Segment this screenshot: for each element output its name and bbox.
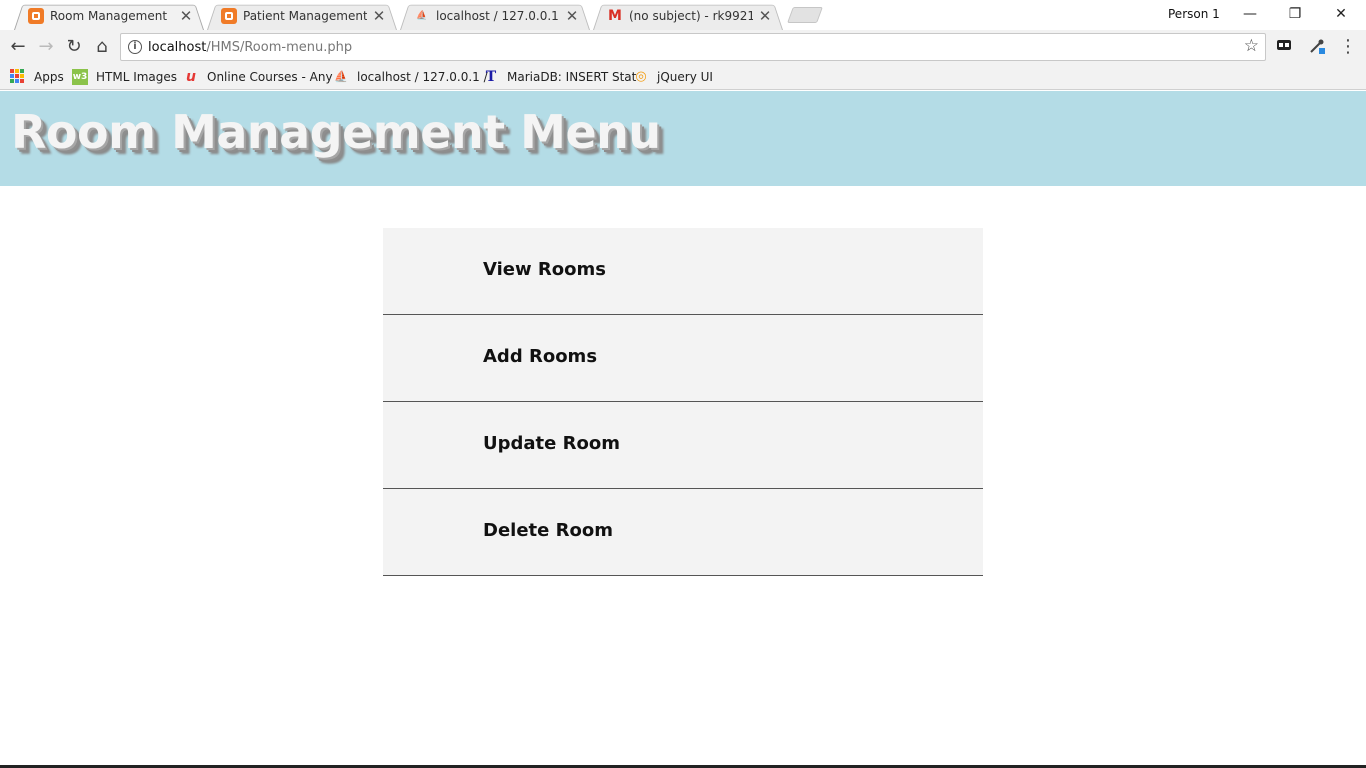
tab-title: Room Management [50,9,168,23]
tab-gmail[interactable]: M (no subject) - rk99219@g ✕ [593,2,783,30]
bookmark-phpmyadmin[interactable]: ⛵ localhost / 127.0.0.1 / [333,68,488,86]
menu-item-update-room[interactable]: Update Room [383,402,983,489]
tab-room-management[interactable]: Room Management ✕ [14,2,204,30]
bookmark-mariadb-insert[interactable]: T MariaDB: INSERT Stat [483,68,637,86]
forward-icon[interactable]: → [35,36,57,58]
xampp-icon [28,8,44,24]
info-icon[interactable]: i [128,40,142,54]
tab-title: (no subject) - rk99219@g [629,9,753,23]
menu-item-add-rooms[interactable]: Add Rooms [383,315,983,402]
bookmark-label: Apps [34,70,64,84]
apps-grid-icon [10,69,26,85]
profile-button[interactable]: Person 1 [1168,7,1220,21]
reload-icon[interactable]: ↻ [63,36,85,58]
home-icon[interactable]: ⌂ [91,36,113,58]
bookmark-jquery-ui[interactable]: ◎ jQuery UI [633,68,713,86]
w3schools-icon: w3 [72,69,88,85]
tab-patient-management[interactable]: Patient Management Info ✕ [207,2,397,30]
tab-phpmyadmin[interactable]: ⛵ localhost / 127.0.0.1 / adm ✕ [400,2,590,30]
url-host: localhost [148,40,207,55]
menu-item-view-rooms[interactable]: View Rooms [383,228,983,315]
eyedropper-extension-icon[interactable] [1307,37,1327,57]
menu-item-label: Add Rooms [483,346,598,367]
window-close-icon[interactable]: ✕ [1318,0,1364,28]
new-tab-button[interactable] [787,7,823,23]
close-icon[interactable]: ✕ [178,8,194,24]
bookmark-label: localhost / 127.0.0.1 / [357,70,488,84]
phpmyadmin-icon: ⛵ [416,11,428,21]
tutorial-t-icon: T [485,69,497,85]
menu-item-label: View Rooms [483,259,606,280]
udemy-icon: u [186,69,196,85]
minimize-icon[interactable]: — [1227,0,1273,28]
gmail-icon: M [608,8,622,24]
header-banner: Room Management Menu [0,91,1366,186]
address-bar[interactable]: i localhost/HMS/Room-menu.php ☆ [120,33,1266,61]
close-icon[interactable]: ✕ [371,8,387,24]
xampp-icon [221,8,237,24]
address-url[interactable]: localhost/HMS/Room-menu.php [148,40,352,55]
bookmark-html-images[interactable]: w3 HTML Images [72,68,177,86]
bookmarks-bar: Apps w3 HTML Images u Online Courses - A… [0,64,1366,90]
bookmark-label: HTML Images [96,70,178,84]
page-content: Room Management Menu View Rooms Add Room… [0,91,1366,768]
jquery-ui-icon: ◎ [635,69,647,84]
menu-item-label: Update Room [483,433,620,454]
menu-item-delete-room[interactable]: Delete Room [383,489,983,576]
bookmark-label: MariaDB: INSERT Stat [507,70,637,84]
bookmark-online-courses[interactable]: u Online Courses - Any [183,68,333,86]
close-icon[interactable]: ✕ [757,8,773,24]
menu-kebab-icon[interactable]: ⋮ [1338,37,1358,57]
extension-icon[interactable] [1274,37,1294,57]
close-icon[interactable]: ✕ [564,8,580,24]
menu-item-label: Delete Room [483,520,613,541]
back-icon[interactable]: ← [7,36,29,58]
url-path: /HMS/Room-menu.php [206,40,353,55]
tab-title: Patient Management Info [243,9,367,23]
restore-icon[interactable]: ❐ [1272,0,1318,28]
bookmark-star-icon[interactable]: ☆ [1244,36,1259,56]
browser-tab-strip: Room Management ✕ Patient Management Inf… [0,0,1366,30]
bookmark-label: Online Courses - Any [207,70,333,84]
room-menu: View Rooms Add Rooms Update Room Delete … [383,228,983,576]
tab-title: localhost / 127.0.0.1 / adm [436,9,560,23]
browser-toolbar: ← → ↻ ⌂ i localhost/HMS/Room-menu.php ☆ … [0,30,1366,64]
phpmyadmin-icon: ⛵ [334,70,348,83]
page-title: Room Management Menu [11,105,661,159]
bookmark-label: jQuery UI [657,70,713,84]
bookmark-apps[interactable]: Apps [10,68,64,86]
